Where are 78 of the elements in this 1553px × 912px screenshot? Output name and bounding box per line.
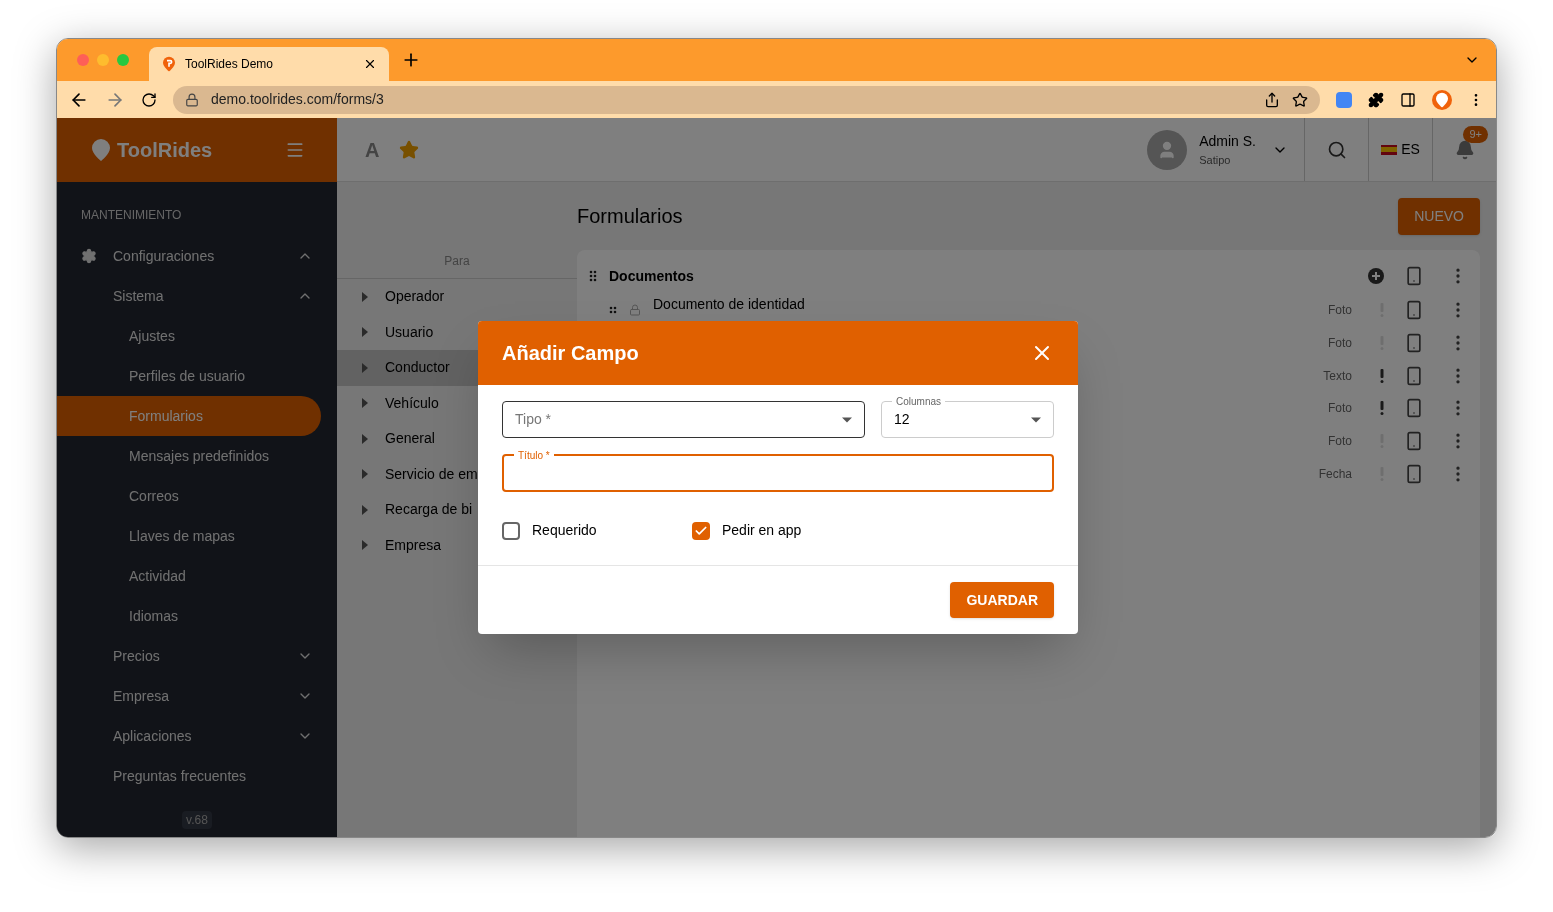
drag-handle-icon[interactable] bbox=[589, 270, 597, 282]
dropdown-caret-icon bbox=[842, 416, 852, 423]
field-type: Fecha bbox=[1318, 465, 1352, 483]
field-name: Documento de identidad bbox=[653, 294, 805, 314]
notification-count: 9+ bbox=[1463, 126, 1488, 143]
expand-arrow-icon[interactable] bbox=[361, 398, 369, 409]
side-panel-icon[interactable] bbox=[1400, 91, 1416, 108]
checkbox-label: Pedir en app bbox=[722, 521, 802, 540]
new-button[interactable]: NUEVO bbox=[1398, 197, 1480, 235]
expand-arrow-icon[interactable] bbox=[361, 469, 369, 480]
language-button[interactable]: ES bbox=[1381, 139, 1420, 160]
nav-item[interactable]: Formularios bbox=[57, 396, 321, 436]
reload-icon[interactable] bbox=[141, 91, 157, 108]
add-icon[interactable] bbox=[1368, 268, 1384, 284]
field-type: Foto bbox=[1328, 433, 1352, 451]
expand-arrow-icon[interactable] bbox=[361, 362, 369, 373]
font-size-button[interactable]: A bbox=[365, 134, 380, 165]
logo: ToolRides bbox=[117, 138, 214, 163]
user-location: Satipo bbox=[1199, 152, 1232, 168]
nav-item[interactable]: Correos bbox=[57, 476, 337, 516]
drag-handle-icon[interactable] bbox=[609, 306, 617, 315]
extensions-icon[interactable] bbox=[1368, 91, 1384, 108]
nav-item[interactable]: Ajustes bbox=[57, 316, 337, 356]
expand-arrow-icon[interactable] bbox=[361, 291, 369, 302]
section-title: Documentos bbox=[609, 266, 695, 286]
phone-icon[interactable] bbox=[1404, 266, 1424, 286]
phone-icon[interactable] bbox=[1404, 398, 1424, 419]
expand-arrow-icon[interactable] bbox=[361, 540, 369, 551]
browser-tab[interactable]: ToolRides Demo bbox=[149, 47, 389, 81]
address-bar[interactable]: demo.toolrides.com/forms/3 bbox=[173, 85, 1320, 114]
checkbox[interactable] bbox=[502, 521, 520, 540]
phone-icon[interactable] bbox=[1404, 365, 1424, 386]
pin-icon bbox=[1434, 91, 1450, 108]
field-type: Foto bbox=[1328, 302, 1352, 320]
user-name: Admin S. bbox=[1199, 131, 1256, 151]
nav-item[interactable]: Sistema bbox=[57, 276, 337, 316]
nav-item[interactable]: Perfiles de usuario bbox=[57, 356, 337, 396]
lock-icon bbox=[629, 304, 641, 317]
field-type: Foto bbox=[1328, 335, 1352, 353]
bookmark-star-icon[interactable] bbox=[1292, 91, 1308, 108]
type-select[interactable]: Tipo * bbox=[502, 401, 865, 438]
nav-item[interactable]: Llaves de mapas bbox=[57, 516, 337, 556]
dropdown-caret-icon bbox=[1031, 416, 1041, 423]
logo-icon bbox=[89, 138, 113, 162]
nav-item[interactable]: Actividad bbox=[57, 556, 337, 596]
nav-item[interactable]: Idiomas bbox=[57, 596, 337, 636]
expand-arrow-icon[interactable] bbox=[361, 433, 369, 444]
save-button[interactable]: GUARDAR bbox=[950, 582, 1054, 618]
flag-icon bbox=[1381, 144, 1398, 155]
favicon-icon bbox=[161, 56, 177, 72]
nav-item[interactable]: Preguntas frecuentes bbox=[57, 756, 337, 796]
close-icon[interactable] bbox=[363, 57, 377, 71]
checkbox[interactable] bbox=[692, 521, 710, 540]
section-title: MANTENIMIENTO bbox=[80, 207, 183, 224]
field-type: Foto bbox=[1328, 400, 1352, 418]
favorite-star-icon[interactable] bbox=[399, 139, 420, 160]
phone-icon[interactable] bbox=[1404, 463, 1424, 484]
settings-icon bbox=[81, 248, 97, 264]
nav-item[interactable]: Mensajes predefinidos bbox=[57, 436, 337, 476]
field-type: Texto bbox=[1323, 367, 1352, 385]
search-icon[interactable] bbox=[1326, 139, 1347, 160]
phone-icon[interactable] bbox=[1404, 333, 1424, 354]
expand-arrow-icon[interactable] bbox=[361, 327, 369, 338]
nav-item[interactable]: Empresa bbox=[57, 676, 337, 716]
profile-icon[interactable] bbox=[1432, 89, 1452, 110]
phone-icon[interactable] bbox=[1404, 300, 1424, 321]
page-title: Formularios bbox=[577, 204, 683, 229]
notifications-icon[interactable] bbox=[1454, 139, 1475, 160]
nav-item[interactable]: Configuraciones bbox=[57, 236, 337, 276]
version-badge: v.68 bbox=[182, 811, 212, 829]
lock-icon bbox=[185, 92, 199, 107]
nav-item[interactable]: Aplicaciones bbox=[57, 716, 337, 756]
expand-arrow-icon[interactable] bbox=[361, 504, 369, 515]
required-icon[interactable] bbox=[1380, 401, 1384, 416]
required-icon[interactable] bbox=[1380, 368, 1384, 383]
nav-item[interactable]: Precios bbox=[57, 636, 337, 676]
phone-icon[interactable] bbox=[1404, 431, 1424, 452]
share-icon[interactable] bbox=[1264, 91, 1280, 108]
